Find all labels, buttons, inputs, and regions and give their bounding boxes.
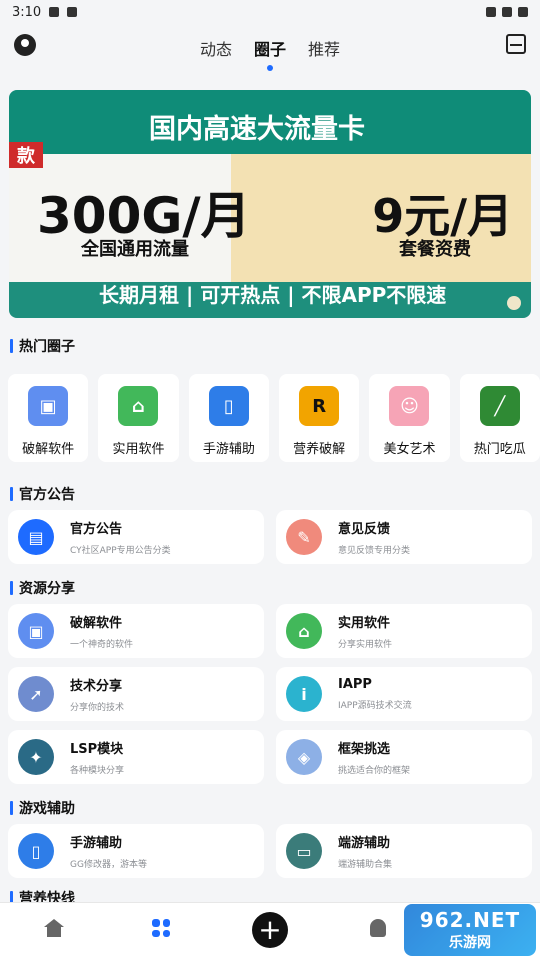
battery-icon bbox=[518, 7, 528, 17]
top-nav: 动态 圈子 推荐 bbox=[0, 28, 540, 68]
game-card[interactable]: ▯ 手游辅助 GG修改器，游本等 bbox=[8, 824, 264, 878]
r-star-icon: R bbox=[299, 386, 340, 426]
girl-avatar-icon: ☺ bbox=[389, 386, 430, 426]
watermark: 962.NET 乐游网 bbox=[404, 904, 536, 956]
bell-icon[interactable] bbox=[370, 919, 386, 937]
info-i-icon: i bbox=[286, 676, 322, 712]
add-button[interactable]: + bbox=[252, 912, 288, 948]
hot-item[interactable]: ▣ 破解软件 bbox=[8, 374, 89, 462]
banner-right-small: 套餐资费 bbox=[399, 239, 471, 260]
phone-icon: ▯ bbox=[208, 386, 249, 426]
rocket-icon: ➚ bbox=[18, 676, 54, 712]
briefcase-icon: ▤ bbox=[18, 519, 54, 555]
time: 3:10 bbox=[12, 4, 42, 20]
banner-title: 国内高速大流量卡 bbox=[149, 114, 365, 145]
banner-left-small: 全国通用流量 bbox=[81, 239, 189, 260]
hot-item[interactable]: R 营养破解 bbox=[278, 374, 360, 462]
banner-indicator bbox=[507, 296, 521, 310]
feedback-pencil-icon: ✎ bbox=[286, 519, 322, 555]
section-games: 游戏辅助 bbox=[10, 798, 75, 818]
monitor-icon: ▭ bbox=[286, 833, 322, 869]
shopping-bag-icon: ⌂ bbox=[118, 386, 159, 426]
resource-card[interactable]: ⌂ 实用软件 分享实用软件 bbox=[276, 604, 532, 658]
shopping-bag-icon: ⌂ bbox=[286, 613, 322, 649]
official-card[interactable]: ▤ 官方公告 CY社区APP专用公告分类 bbox=[8, 510, 264, 564]
phone-icon: ▯ bbox=[18, 833, 54, 869]
folder-key-icon: ▣ bbox=[18, 613, 54, 649]
hot-item[interactable]: ⌂ 实用软件 bbox=[98, 374, 179, 462]
section-resources: 资源分享 bbox=[10, 578, 75, 598]
section-official: 官方公告 bbox=[10, 484, 75, 504]
tab-quanzi[interactable]: 圈子 bbox=[254, 30, 286, 66]
module-icon: ✦ bbox=[18, 739, 54, 775]
tab-tuijian[interactable]: 推荐 bbox=[308, 30, 340, 66]
resource-card[interactable]: ✦ LSP模块 各种模块分享 bbox=[8, 730, 264, 784]
status-bar: 3:10 bbox=[0, 0, 540, 24]
feedback-card[interactable]: ✎ 意见反馈 意见反馈专用分类 bbox=[276, 510, 532, 564]
shield-cube-icon: ◈ bbox=[286, 739, 322, 775]
hot-circles-row: ▣ 破解软件 ⌂ 实用软件 ▯ 手游辅助 R 营养破解 ☺ 美女艺术 ╱ 热门吃瓜 bbox=[8, 374, 540, 462]
hot-item[interactable]: ☺ 美女艺术 bbox=[369, 374, 450, 462]
hot-item[interactable]: ▯ 手游辅助 bbox=[188, 374, 269, 462]
game-card[interactable]: ▭ 端游辅助 端游辅助合集 bbox=[276, 824, 532, 878]
wifi-icon bbox=[486, 7, 496, 17]
notification-icon bbox=[67, 7, 78, 17]
cucumber-icon: ╱ bbox=[479, 386, 520, 426]
resource-card[interactable]: ◈ 框架挑选 挑选适合你的框架 bbox=[276, 730, 532, 784]
folder-key-icon: ▣ bbox=[28, 386, 69, 426]
tab-dongtai[interactable]: 动态 bbox=[200, 30, 232, 66]
banner-bottom-text: 长期月租 | 可开热点 | 不限APP不限速 bbox=[99, 283, 447, 307]
download-icon bbox=[49, 7, 60, 17]
resource-card[interactable]: ➚ 技术分享 分享你的技术 bbox=[8, 667, 264, 721]
banner-tag: 款 bbox=[9, 142, 43, 168]
resource-card[interactable]: ▣ 破解软件 一个神奇的软件 bbox=[8, 604, 264, 658]
grid-icon[interactable] bbox=[152, 919, 170, 937]
hot-item[interactable]: ╱ 热门吃瓜 bbox=[459, 374, 540, 462]
home-icon[interactable] bbox=[44, 919, 64, 937]
banner-ad[interactable]: 国内高速大流量卡 款 300G/月 全国通用流量 9元/月 套餐资费 长期月租 … bbox=[9, 90, 531, 318]
section-hot: 热门圈子 bbox=[10, 336, 75, 356]
signal-icon bbox=[502, 7, 512, 17]
resource-card[interactable]: i IAPP IAPP源码技术交流 bbox=[276, 667, 532, 721]
